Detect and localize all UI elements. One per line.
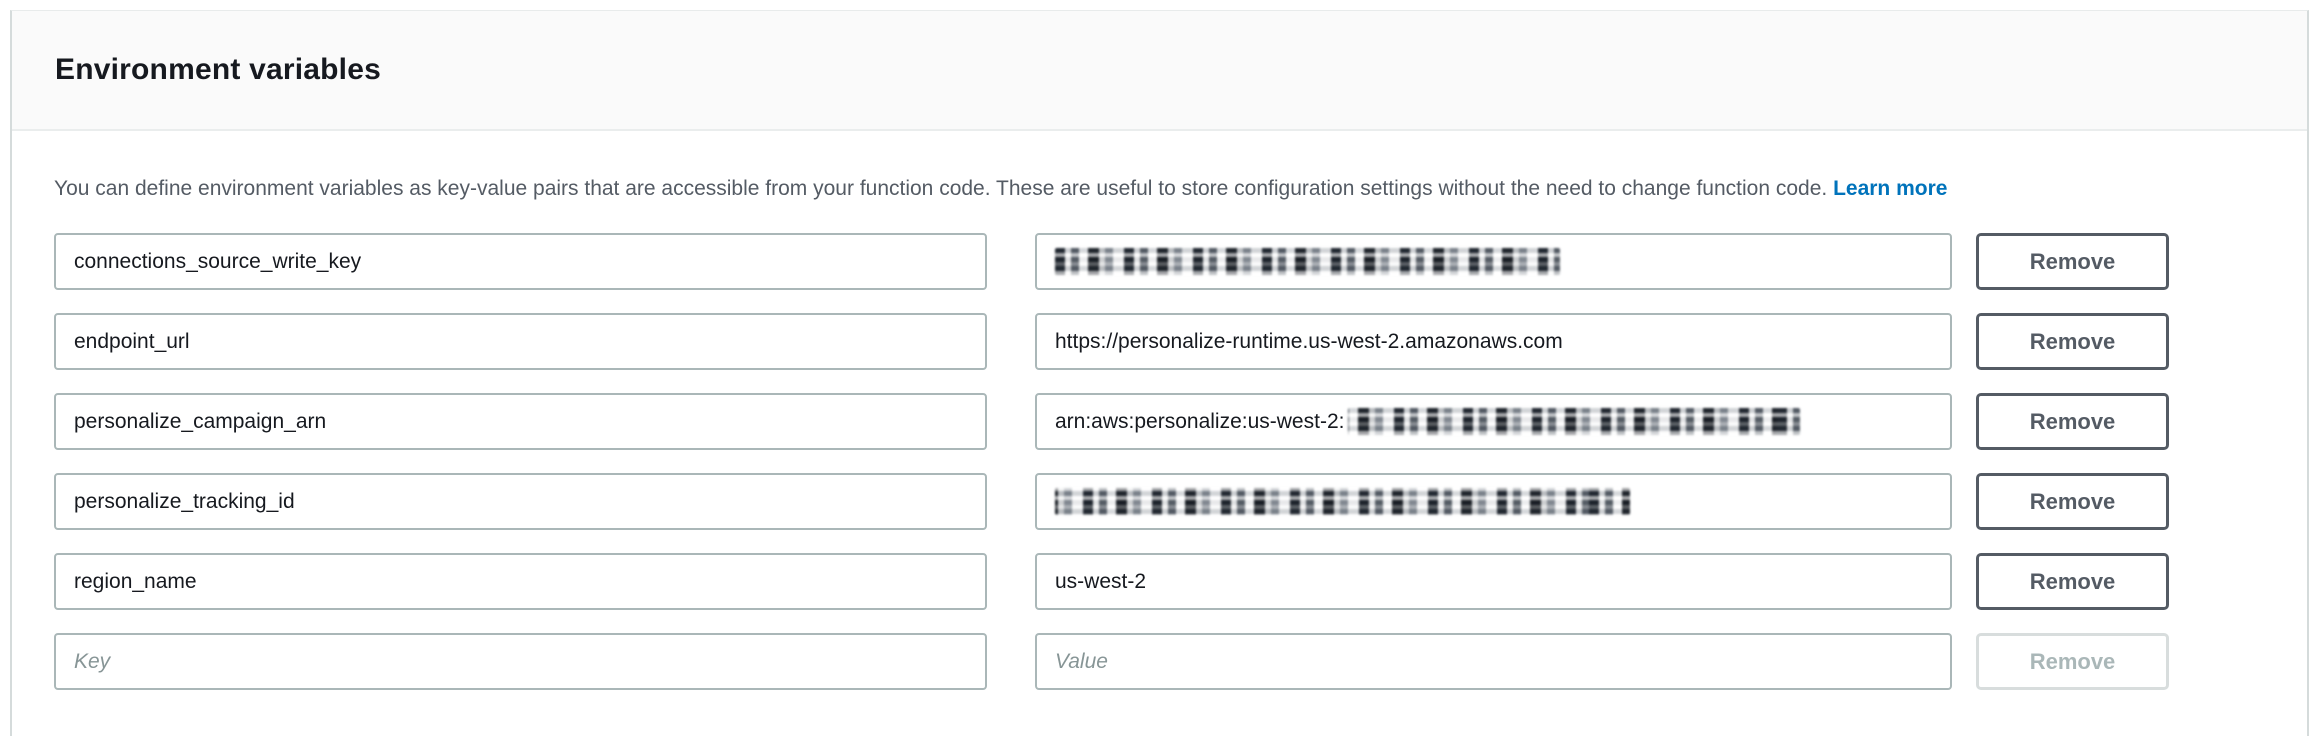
value-input[interactable] [1035,313,1952,370]
remove-button[interactable]: Remove [1976,233,2169,290]
key-input[interactable] [54,313,987,370]
value-input[interactable] [1035,473,1952,530]
learn-more-link[interactable]: Learn more [1833,177,1947,200]
env-var-row: Remove [54,473,2307,530]
redacted-value [1055,248,1560,275]
key-input[interactable] [54,473,987,530]
panel-title: Environment variables [55,53,381,87]
env-var-row-empty: Remove [54,633,2307,690]
redacted-value [1348,408,1800,435]
value-input[interactable] [1035,233,1952,290]
panel-description: You can define environment variables as … [54,176,2307,202]
env-var-row: Remove [54,233,2307,290]
env-var-row: Remove [54,553,2307,610]
remove-button[interactable]: Remove [1976,473,2169,530]
remove-button[interactable]: Remove [1976,553,2169,610]
remove-button[interactable]: Remove [1976,393,2169,450]
panel-header: Environment variables [12,11,2307,131]
redacted-value [1055,488,1630,515]
remove-button-disabled: Remove [1976,633,2169,690]
value-input[interactable]: arn:aws:personalize:us-west-2: [1035,393,1952,450]
key-input[interactable] [54,553,987,610]
key-input[interactable] [54,393,987,450]
env-var-rows: Remove Remove arn:aws:personalize:us-wes… [54,233,2307,690]
env-var-row: Remove [54,313,2307,370]
remove-button[interactable]: Remove [1976,313,2169,370]
key-input[interactable] [54,633,987,690]
value-input[interactable] [1035,553,1952,610]
panel-body: You can define environment variables as … [12,131,2307,690]
description-text: You can define environment variables as … [54,177,1827,200]
key-input[interactable] [54,233,987,290]
value-prefix-text: arn:aws:personalize:us-west-2: [1055,410,1344,434]
environment-variables-panel: Environment variables You can define env… [10,10,2309,736]
env-var-row: arn:aws:personalize:us-west-2: Remove [54,393,2307,450]
value-input[interactable] [1035,633,1952,690]
